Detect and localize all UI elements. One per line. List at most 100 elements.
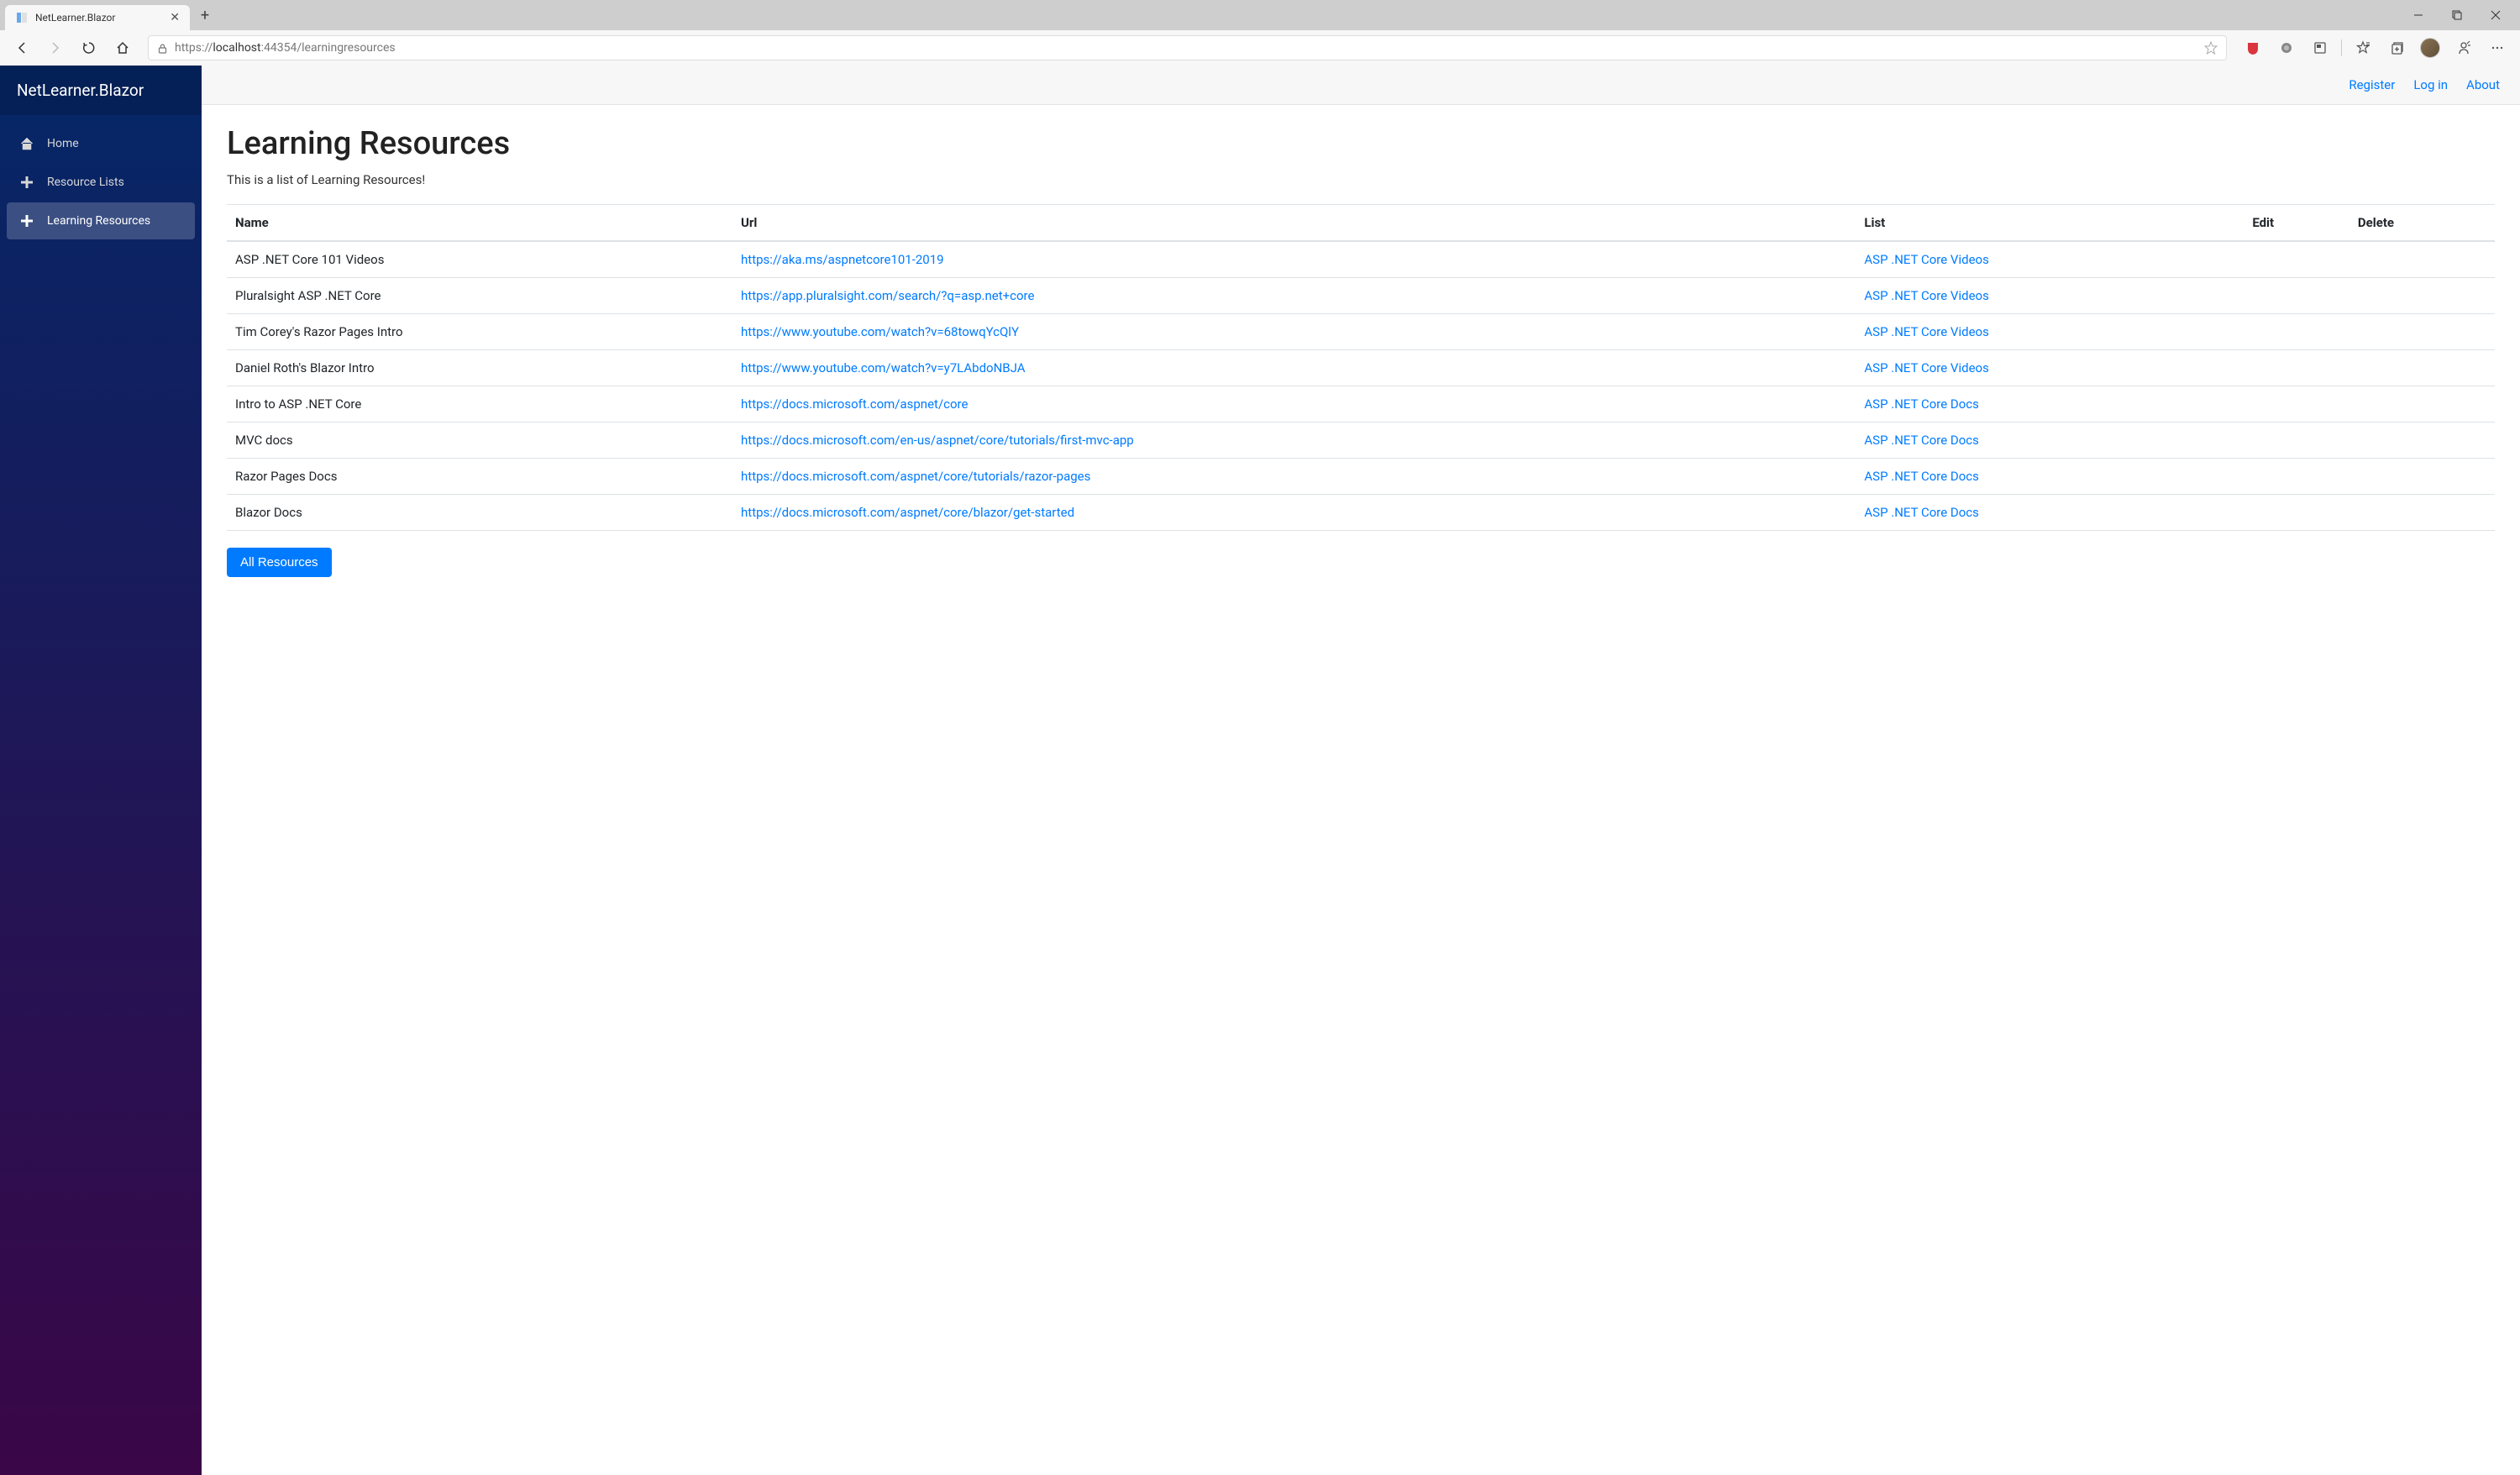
favorite-icon[interactable] xyxy=(2204,41,2218,55)
sidebar-item-resource-lists[interactable]: Resource Lists xyxy=(7,164,195,201)
minimize-button[interactable] xyxy=(2399,2,2438,29)
sidebar-item-home[interactable]: Home xyxy=(7,125,195,162)
extension-panel-icon[interactable] xyxy=(2304,33,2336,63)
sidebar-item-learning-resources[interactable]: Learning Resources xyxy=(7,202,195,239)
sidebar-item-label: Home xyxy=(47,137,79,150)
col-name: Name xyxy=(227,205,732,242)
tab-title: NetLearner.Blazor xyxy=(35,12,163,24)
home-icon xyxy=(18,135,35,152)
cell-list-link[interactable]: ASP .NET Core Docs xyxy=(1864,469,1979,484)
tab-close-icon[interactable]: ✕ xyxy=(170,11,180,24)
cell-name: Tim Corey's Razor Pages Intro xyxy=(227,314,732,350)
cell-url-link[interactable]: https://docs.microsoft.com/aspnet/core xyxy=(741,396,968,412)
cell-url-link[interactable]: https://aka.ms/aspnetcore101-2019 xyxy=(741,252,944,267)
collections-icon[interactable] xyxy=(2381,33,2412,63)
sidebar: NetLearner.Blazor Home Resource Lists Le… xyxy=(0,66,202,1475)
cell-list-link[interactable]: ASP .NET Core Docs xyxy=(1864,505,1979,520)
home-button[interactable] xyxy=(108,33,138,63)
new-tab-button[interactable]: + xyxy=(193,3,217,27)
cell-delete xyxy=(2349,495,2495,531)
table-row: ASP .NET Core 101 Videos https://aka.ms/… xyxy=(227,241,2495,278)
cell-url-link[interactable]: https://www.youtube.com/watch?v=68towqYc… xyxy=(741,324,1019,339)
address-bar[interactable]: https://localhost:44354/learningresource… xyxy=(148,35,2227,60)
table-row: Tim Corey's Razor Pages Intro https://ww… xyxy=(227,314,2495,350)
cell-name: MVC docs xyxy=(227,423,732,459)
cell-edit xyxy=(2244,459,2349,495)
cell-url-link[interactable]: https://app.pluralsight.com/search/?q=as… xyxy=(741,288,1034,303)
cell-list-link[interactable]: ASP .NET Core Videos xyxy=(1864,252,1988,267)
cell-list-link[interactable]: ASP .NET Core Videos xyxy=(1864,360,1988,375)
about-link[interactable]: About xyxy=(2466,77,2500,92)
toolbar-right xyxy=(2237,33,2513,63)
cell-name: Pluralsight ASP .NET Core xyxy=(227,278,732,314)
tab-favicon-icon xyxy=(15,11,29,24)
cell-edit xyxy=(2244,495,2349,531)
col-list: List xyxy=(1856,205,2244,242)
login-link[interactable]: Log in xyxy=(2413,77,2448,92)
cell-delete xyxy=(2349,459,2495,495)
lock-icon xyxy=(157,43,168,54)
refresh-button[interactable] xyxy=(74,33,104,63)
plus-icon xyxy=(18,213,35,229)
cell-edit xyxy=(2244,241,2349,278)
maximize-button[interactable] xyxy=(2438,2,2476,29)
url-host: localhost xyxy=(213,41,260,55)
resources-table: Name Url List Edit Delete ASP .NET Core … xyxy=(227,204,2495,531)
favorites-icon[interactable] xyxy=(2347,33,2379,63)
cell-list-link[interactable]: ASP .NET Core Videos xyxy=(1864,324,1988,339)
table-header-row: Name Url List Edit Delete xyxy=(227,205,2495,242)
sidebar-brand[interactable]: NetLearner.Blazor xyxy=(0,66,202,115)
browser-tab[interactable]: NetLearner.Blazor ✕ xyxy=(5,5,190,30)
url-text: https://localhost:44354/learningresource… xyxy=(175,41,2197,55)
more-options-icon[interactable] xyxy=(2481,33,2513,63)
cell-list-link[interactable]: ASP .NET Core Videos xyxy=(1864,288,1988,303)
feedback-icon[interactable] xyxy=(2448,33,2480,63)
cell-name: Daniel Roth's Blazor Intro xyxy=(227,350,732,386)
cell-list-link[interactable]: ASP .NET Core Docs xyxy=(1864,396,1979,412)
cell-url-link[interactable]: https://docs.microsoft.com/aspnet/core/b… xyxy=(741,505,1074,520)
url-prefix: https:// xyxy=(175,41,213,55)
col-delete: Delete xyxy=(2349,205,2495,242)
toolbar-divider xyxy=(2341,39,2342,56)
browser-toolbar: https://localhost:44354/learningresource… xyxy=(0,30,2520,66)
table-row: Intro to ASP .NET Core https://docs.micr… xyxy=(227,386,2495,423)
cell-edit xyxy=(2244,350,2349,386)
table-row: MVC docs https://docs.microsoft.com/en-u… xyxy=(227,423,2495,459)
browser-chrome: NetLearner.Blazor ✕ + https://loca xyxy=(0,0,2520,66)
cell-url-link[interactable]: https://docs.microsoft.com/aspnet/core/t… xyxy=(741,469,1090,484)
forward-button[interactable] xyxy=(40,33,71,63)
cell-delete xyxy=(2349,423,2495,459)
tab-bar: NetLearner.Blazor ✕ + xyxy=(0,0,2520,30)
cell-delete xyxy=(2349,386,2495,423)
cell-name: Blazor Docs xyxy=(227,495,732,531)
cell-url-link[interactable]: https://www.youtube.com/watch?v=y7LAbdoN… xyxy=(741,360,1026,375)
cell-edit xyxy=(2244,423,2349,459)
back-button[interactable] xyxy=(7,33,37,63)
window-controls xyxy=(2399,2,2515,29)
register-link[interactable]: Register xyxy=(2349,77,2395,92)
all-resources-button[interactable]: All Resources xyxy=(227,548,332,577)
extension-circle-icon[interactable] xyxy=(2271,33,2302,63)
page-title: Learning Resources xyxy=(227,125,2495,162)
sidebar-item-label: Learning Resources xyxy=(47,214,150,228)
cell-edit xyxy=(2244,278,2349,314)
cell-name: Intro to ASP .NET Core xyxy=(227,386,732,423)
url-port: :44354 xyxy=(261,41,297,55)
top-bar: Register Log in About xyxy=(202,66,2520,105)
cell-delete xyxy=(2349,314,2495,350)
cell-edit xyxy=(2244,314,2349,350)
extension-ublock-icon[interactable] xyxy=(2237,33,2269,63)
col-url: Url xyxy=(732,205,1856,242)
table-row: Blazor Docs https://docs.microsoft.com/a… xyxy=(227,495,2495,531)
profile-avatar[interactable] xyxy=(2414,33,2446,63)
sidebar-nav: Home Resource Lists Learning Resources xyxy=(0,115,202,251)
page-subtitle: This is a list of Learning Resources! xyxy=(227,172,2495,187)
cell-url-link[interactable]: https://docs.microsoft.com/en-us/aspnet/… xyxy=(741,433,1134,448)
cell-delete xyxy=(2349,278,2495,314)
close-window-button[interactable] xyxy=(2476,2,2515,29)
content: Learning Resources This is a list of Lea… xyxy=(202,105,2520,597)
cell-delete xyxy=(2349,350,2495,386)
table-row: Pluralsight ASP .NET Core https://app.pl… xyxy=(227,278,2495,314)
table-row: Razor Pages Docs https://docs.microsoft.… xyxy=(227,459,2495,495)
cell-list-link[interactable]: ASP .NET Core Docs xyxy=(1864,433,1979,448)
